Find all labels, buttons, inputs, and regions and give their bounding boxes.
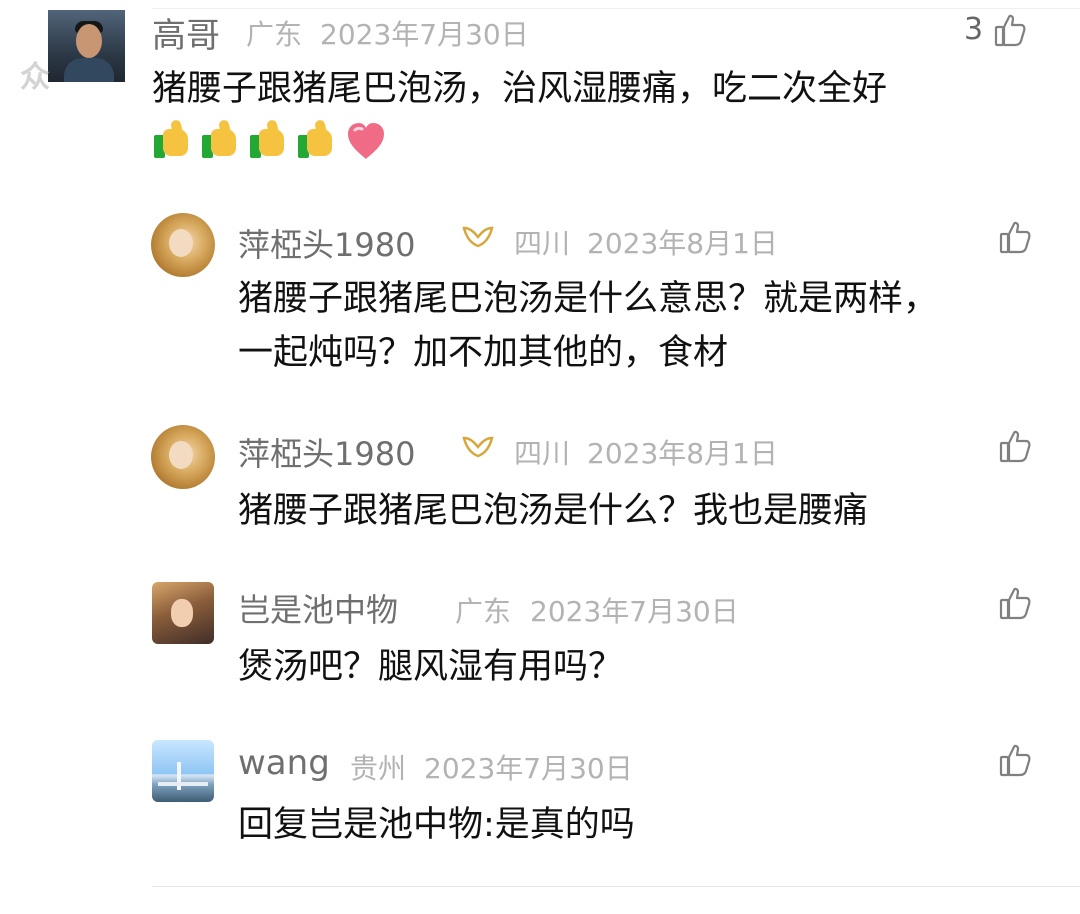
reply-author-name[interactable]: 萍椏头1980: [238, 429, 415, 475]
reply-author-name[interactable]: 岂是池中物: [238, 585, 398, 631]
location-text: 广东: [246, 18, 303, 51]
reply-avatar[interactable]: [152, 740, 214, 802]
like-count: 3: [964, 12, 984, 47]
thumbs-up-emoji-icon: [248, 119, 290, 162]
thumb-up-icon: [998, 743, 1032, 777]
vip-badge-icon: [462, 434, 494, 460]
date-text: 2023年7月30日: [320, 18, 529, 51]
reply-text-line: 煲汤吧？腿风湿有用吗？: [238, 647, 624, 687]
avatar-face: [169, 441, 193, 469]
emoji-row: [152, 119, 386, 162]
avatar-face: [169, 229, 193, 257]
reply-like-button[interactable]: [998, 220, 1032, 254]
reply-text-line: 猪腰子跟猪尾巴泡汤是什么意思？就是两样，: [238, 279, 939, 319]
reply-date-text: 2023年8月1日: [587, 227, 778, 260]
bottom-divider: [152, 886, 1080, 887]
reply-avatar[interactable]: [151, 213, 215, 277]
avatar[interactable]: [48, 10, 125, 82]
author-name[interactable]: 高哥: [152, 8, 220, 57]
comment-text: 猪腰子跟猪尾巴泡汤，治风湿腰痛，吃二次全好: [152, 69, 888, 109]
reply-like-button[interactable]: [998, 429, 1032, 463]
reply-avatar[interactable]: [151, 425, 215, 489]
heart-emoji-icon: [344, 120, 386, 162]
thumbs-up-emoji-icon: [152, 119, 194, 162]
watermark-text: 众: [20, 60, 52, 95]
thumb-up-icon: [993, 13, 1027, 47]
avatar-body: [64, 58, 114, 82]
thumb-up-icon: [998, 429, 1032, 463]
reply-location-text: 四川: [514, 437, 571, 470]
avatar-bridge: [158, 782, 208, 786]
reply-date-text: 2023年8月1日: [587, 437, 778, 470]
reply-location-text: 四川: [514, 227, 571, 260]
vip-badge-icon: [462, 224, 494, 250]
avatar-face: [76, 24, 102, 58]
reply-location-text: 广东: [455, 595, 512, 628]
thumb-up-icon: [998, 586, 1032, 620]
reply-like-button[interactable]: [998, 586, 1032, 620]
reply-text-line: 猪腰子跟猪尾巴泡汤是什么？我也是腰痛: [238, 491, 869, 531]
reply-date-text: 2023年7月30日: [530, 595, 739, 628]
top-divider: [152, 8, 1080, 9]
reply-author-name[interactable]: wang: [238, 743, 330, 783]
thumbs-up-emoji-icon: [296, 119, 338, 162]
thumb-up-icon: [998, 220, 1032, 254]
reply-like-button[interactable]: [998, 743, 1032, 777]
like-button[interactable]: 3: [964, 12, 1027, 47]
reply-text-line: 一起炖吗？加不加其他的，食材: [238, 333, 729, 373]
reply-avatar[interactable]: [152, 582, 214, 644]
avatar-face: [171, 599, 193, 627]
reply-location-text: 贵州: [350, 752, 407, 785]
thumbs-up-emoji-icon: [200, 119, 242, 162]
reply-text-line: 回复岂是池中物:是真的吗: [238, 805, 635, 845]
reply-date-text: 2023年7月30日: [424, 752, 633, 785]
reply-author-name[interactable]: 萍椏头1980: [238, 220, 415, 266]
